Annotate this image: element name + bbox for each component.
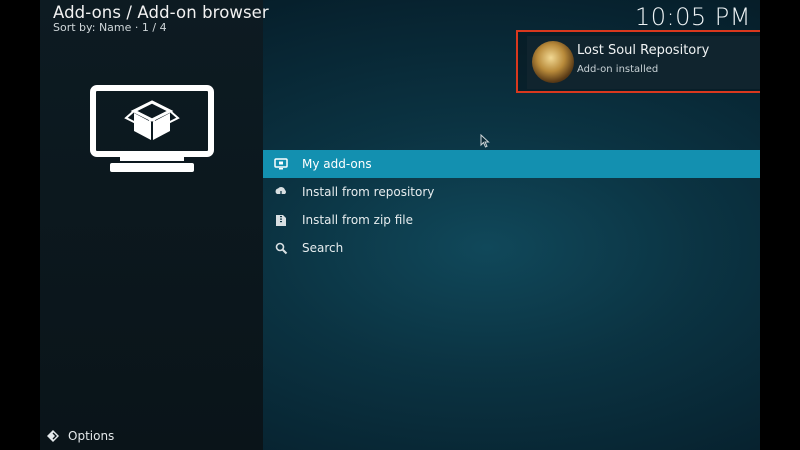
- addon-box-tv-icon: [90, 85, 214, 172]
- notification-title: Lost Soul Repository: [577, 43, 710, 58]
- notification-subtitle: Add-on installed: [577, 64, 659, 75]
- zip-file-icon: [274, 213, 288, 227]
- clock: 10:05 PM: [635, 3, 751, 31]
- notification-body: Lost Soul Repository Add-on installed: [527, 36, 760, 89]
- menu-item-install-from-repository[interactable]: Install from repository: [263, 178, 760, 206]
- menu-item-install-from-zip[interactable]: Install from zip file: [263, 206, 760, 234]
- menu-item-label: Install from repository: [302, 185, 435, 199]
- menu-item-label: Install from zip file: [302, 213, 414, 227]
- mouse-cursor-icon: [480, 134, 490, 148]
- monitor-icon: [274, 157, 288, 171]
- menu-item-label: My add-ons: [302, 157, 372, 171]
- search-icon: [274, 241, 288, 255]
- left-panel: [40, 0, 263, 450]
- menu-item-my-addons[interactable]: My add-ons: [263, 150, 760, 178]
- addon-menu: My add-ons Install from repository Insta…: [263, 150, 760, 262]
- sort-info: Sort by: Name · 1 / 4: [53, 21, 167, 34]
- diamond-arrows-icon: [47, 430, 59, 442]
- repository-thumbnail: [532, 41, 574, 83]
- page-title: Add-ons / Add-on browser: [53, 3, 269, 22]
- menu-item-label: Search: [302, 241, 344, 255]
- menu-item-search[interactable]: Search: [263, 234, 760, 262]
- notification-toast: Lost Soul Repository Add-on installed: [516, 30, 760, 93]
- kodi-screen: Add-ons / Add-on browser Sort by: Name ·…: [40, 0, 760, 450]
- cloud-download-icon: [274, 185, 288, 199]
- options-label: Options: [68, 429, 115, 443]
- options-button[interactable]: Options: [46, 429, 114, 443]
